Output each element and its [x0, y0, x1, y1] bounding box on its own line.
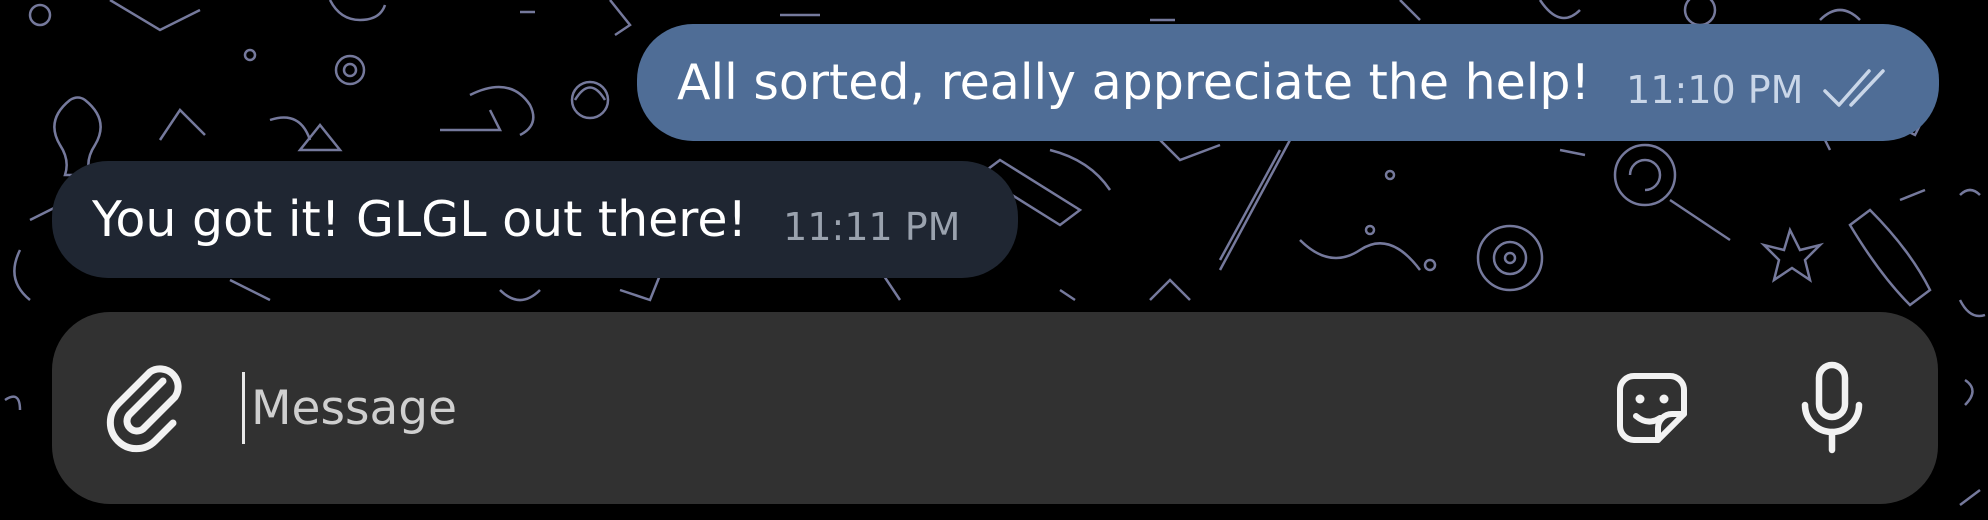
message-placeholder: Message: [251, 380, 457, 436]
incoming-message-bubble[interactable]: You got it! GLGL out there! 11:11 PM: [52, 161, 1018, 278]
attach-button[interactable]: [98, 358, 198, 458]
voice-message-button[interactable]: [1782, 354, 1882, 464]
message-text: You got it! GLGL out there!: [92, 191, 748, 248]
sticker-button[interactable]: [1602, 358, 1702, 458]
message-input[interactable]: Message: [242, 368, 1562, 448]
outgoing-message-bubble[interactable]: All sorted, really appreciate the help! …: [637, 24, 1939, 141]
paperclip-icon: [106, 365, 182, 453]
message-timestamp: 11:11 PM: [783, 204, 961, 249]
message-text: All sorted, really appreciate the help!: [677, 54, 1591, 111]
text-caret: [242, 372, 245, 444]
microphone-icon: [1801, 361, 1863, 454]
double-check-icon: [1823, 68, 1886, 107]
chat-screen: All sorted, really appreciate the help! …: [0, 0, 1988, 520]
message-timestamp: 11:10 PM: [1626, 67, 1804, 112]
message-composer: Message: [52, 312, 1938, 504]
sticker-icon: [1617, 373, 1687, 443]
